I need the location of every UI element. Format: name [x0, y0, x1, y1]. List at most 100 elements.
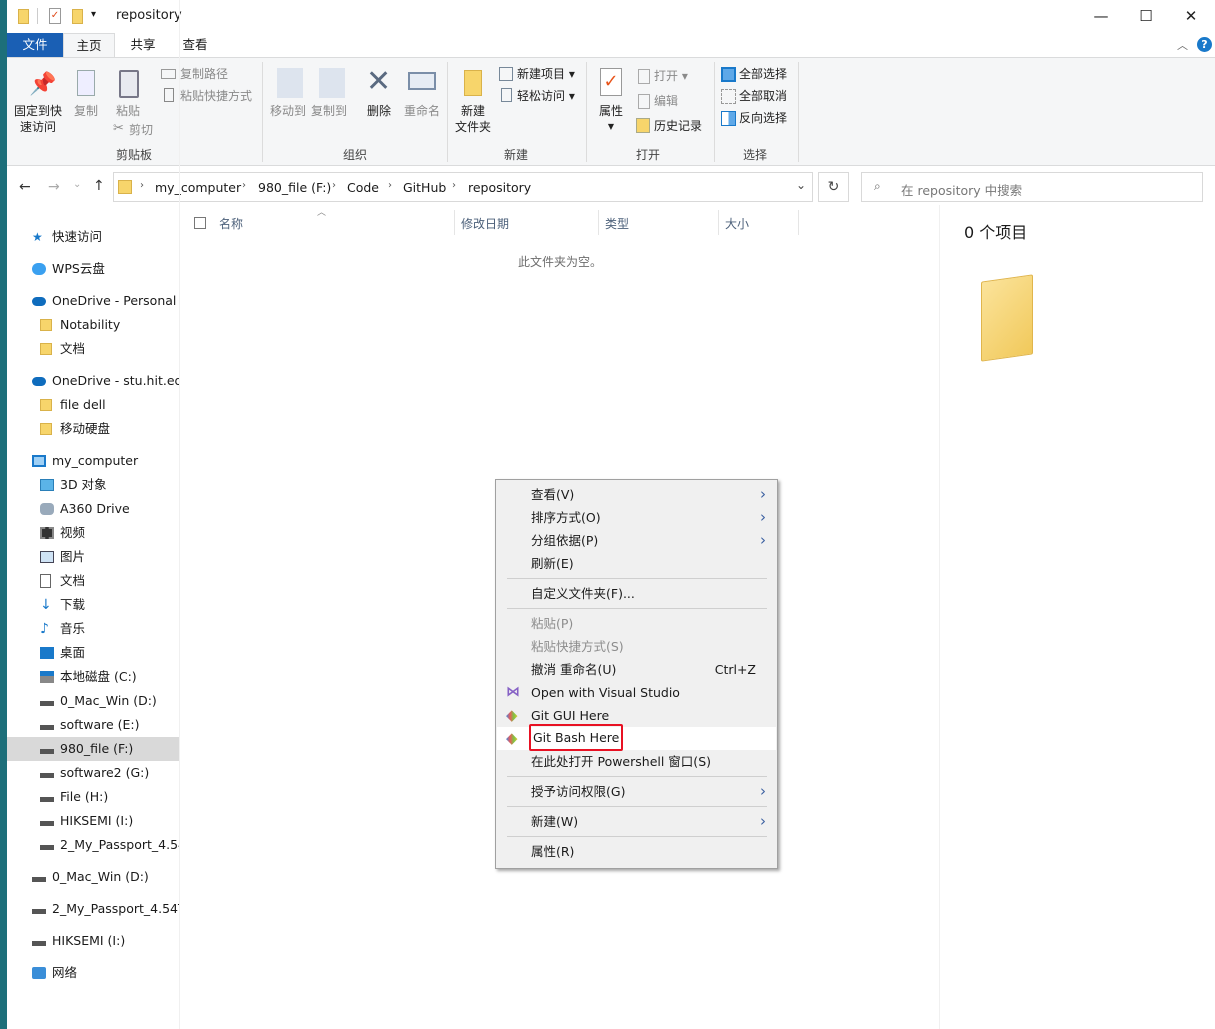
delete-button[interactable]: 删除 — [362, 103, 396, 119]
sidebar-item[interactable]: 视频 — [7, 521, 179, 545]
visual-studio-icon: ⋈ — [506, 684, 520, 700]
context-menu-item[interactable]: 粘贴(P) — [497, 612, 776, 635]
column-type[interactable]: 类型 — [605, 215, 629, 232]
sidebar-item[interactable]: 本地磁盘 (C:) — [7, 665, 179, 689]
sidebar-item[interactable]: Notability — [7, 313, 179, 337]
column-size[interactable]: 大小 — [725, 215, 749, 232]
search-input[interactable]: ⌕ 在 repository 中搜索 — [861, 172, 1203, 202]
close-button[interactable]: ✕ — [1176, 4, 1206, 28]
drive-icon — [40, 725, 54, 730]
context-menu-label: 属性(R) — [531, 844, 575, 859]
sidebar-item[interactable]: 3D 对象 — [7, 473, 179, 497]
rename-button[interactable]: 重命名 — [401, 103, 443, 119]
sidebar-item-label: my_computer — [52, 453, 139, 468]
copy-path-button[interactable]: 复制路径 — [180, 66, 228, 82]
address-bar[interactable]: › my_computer › 980_file (F:) › Code › G… — [113, 172, 813, 202]
sidebar-item[interactable]: software2 (G:) — [7, 761, 179, 785]
sidebar-item[interactable]: 2_My_Passport_4.54T — [7, 897, 179, 921]
sidebar-item[interactable]: ♪ 音乐 — [7, 617, 179, 641]
select-all-checkbox[interactable] — [194, 217, 206, 229]
menu-separator — [507, 776, 767, 777]
invert-selection-button[interactable]: 反向选择 — [739, 110, 787, 126]
new-item-label: 新建项目 — [517, 67, 566, 81]
collapse-ribbon-icon[interactable]: ︿ — [1177, 37, 1188, 53]
context-menu-item[interactable]: 撤消 重命名(U) Ctrl+Z — [497, 658, 776, 681]
sidebar-item-label: HIKSEMI (I:) — [52, 933, 126, 948]
sidebar-item[interactable]: 文档 — [7, 569, 179, 593]
sidebar-item[interactable]: File (H:) — [7, 785, 179, 809]
sidebar-item[interactable]: 桌面 — [7, 641, 179, 665]
help-icon[interactable]: ? — [1197, 37, 1212, 52]
open-button[interactable]: 打开 ▾ — [654, 68, 688, 84]
breadcrumb-repository[interactable]: repository — [468, 180, 531, 195]
column-date-modified[interactable]: 修改日期 — [461, 215, 509, 232]
minimize-button[interactable]: — — [1086, 4, 1116, 28]
select-all-button[interactable]: 全部选择 — [739, 66, 787, 82]
context-menu: 查看(V) › 排序方式(O) › 分组依据(P) › 刷新(E) 自定义文件夹(F)... 粘… — [495, 479, 778, 869]
context-menu-item[interactable]: 授予访问权限(G) › — [497, 780, 776, 803]
properties-button[interactable]: 属性 ▼ — [595, 103, 627, 135]
context-menu-item[interactable]: 属性(R) — [497, 840, 776, 863]
context-menu-item[interactable]: 自定义文件夹(F)... — [497, 582, 776, 605]
sidebar-item[interactable]: software (E:) — [7, 713, 179, 737]
sidebar-item-label: software (E:) — [60, 717, 140, 732]
sidebar-item[interactable]: A360 Drive — [7, 497, 179, 521]
context-menu-item[interactable]: 在此处打开 Powershell 窗口(S) — [497, 750, 776, 773]
context-menu-item[interactable]: 粘贴快捷方式(S) — [497, 635, 776, 658]
address-dropdown-icon[interactable]: ⌄ — [796, 178, 806, 192]
search-icon: ⌕ — [874, 179, 881, 193]
sidebar-item[interactable]: HIKSEMI (I:) — [7, 929, 179, 953]
sidebar-item[interactable]: ★ 快速访问 — [7, 225, 179, 249]
copy-to-button[interactable]: 复制到 — [308, 103, 350, 119]
easy-access-icon — [501, 88, 512, 102]
context-menu-item[interactable]: ◆ Git Bash Here — [497, 724, 776, 751]
folder-preview-icon — [981, 274, 1033, 362]
open-label: 打开 — [654, 69, 679, 83]
sidebar-item-label: 快速访问 — [52, 229, 103, 244]
drive-icon — [40, 701, 54, 706]
sidebar-item-label: 0_Mac_Win (D:) — [52, 869, 149, 884]
breadcrumb-github[interactable]: GitHub — [403, 180, 446, 195]
context-menu-item[interactable]: 查看(V) › — [497, 483, 776, 506]
context-menu-item[interactable]: 排序方式(O) › — [497, 506, 776, 529]
select-none-button[interactable]: 全部取消 — [739, 88, 787, 104]
maximize-button[interactable]: ☐ — [1131, 4, 1161, 28]
context-menu-item[interactable]: 新建(W) › — [497, 810, 776, 833]
paste-shortcut-button[interactable]: 粘贴快捷方式 — [180, 88, 252, 104]
sidebar-item[interactable]: 移动硬盘 — [7, 417, 179, 441]
sidebar-item[interactable]: HIKSEMI (I:) — [7, 809, 179, 833]
drive-icon — [40, 821, 54, 826]
sidebar-item[interactable]: 2_My_Passport_4.54T — [7, 833, 179, 857]
submenu-arrow-icon: › — [760, 812, 766, 830]
sidebar-item[interactable]: 网络 — [7, 961, 179, 985]
sidebar-item[interactable]: 0_Mac_Win (D:) — [7, 865, 179, 889]
git-icon: ◆ — [506, 727, 518, 750]
context-menu-item[interactable]: 分组依据(P) › — [497, 529, 776, 552]
sidebar-item[interactable]: file dell — [7, 393, 179, 417]
context-menu-label: 在此处打开 Powershell 窗口(S) — [531, 754, 711, 769]
new-folder-button[interactable]: 新建 文件夹 — [453, 103, 493, 135]
sidebar-item[interactable]: 图片 — [7, 545, 179, 569]
sidebar-item[interactable]: ↓ 下载 — [7, 593, 179, 617]
history-button[interactable]: 历史记录 — [654, 118, 702, 134]
sidebar-item[interactable]: OneDrive - stu.hit.edu — [7, 369, 179, 393]
sidebar-item-label: 文档 — [60, 573, 86, 588]
sidebar-item[interactable]: 0_Mac_Win (D:) — [7, 689, 179, 713]
sidebar-item[interactable]: 980_file (F:) — [7, 737, 179, 761]
easy-access-button[interactable]: 轻松访问 ▾ — [517, 88, 575, 104]
sidebar-item[interactable]: my_computer — [7, 449, 179, 473]
context-menu-item[interactable]: ⋈ Open with Visual Studio — [497, 681, 776, 704]
edit-button[interactable]: 编辑 — [654, 93, 678, 109]
breadcrumb-code[interactable]: Code — [347, 180, 379, 195]
onedrive-icon — [32, 297, 46, 306]
refresh-button[interactable]: ↻ — [818, 172, 849, 202]
new-item-button[interactable]: 新建项目 ▾ — [517, 66, 575, 82]
move-to-button[interactable]: 移动到 — [267, 103, 309, 119]
sidebar-item[interactable]: OneDrive - Personal — [7, 289, 179, 313]
breadcrumb-drive-f[interactable]: 980_file (F:) — [258, 180, 331, 195]
sidebar-item-label: 3D 对象 — [60, 477, 107, 492]
column-name[interactable]: 名称 — [219, 215, 243, 232]
sidebar-item[interactable]: 文档 — [7, 337, 179, 361]
sidebar-item[interactable]: WPS云盘 — [7, 257, 179, 281]
context-menu-item[interactable]: 刷新(E) — [497, 552, 776, 575]
